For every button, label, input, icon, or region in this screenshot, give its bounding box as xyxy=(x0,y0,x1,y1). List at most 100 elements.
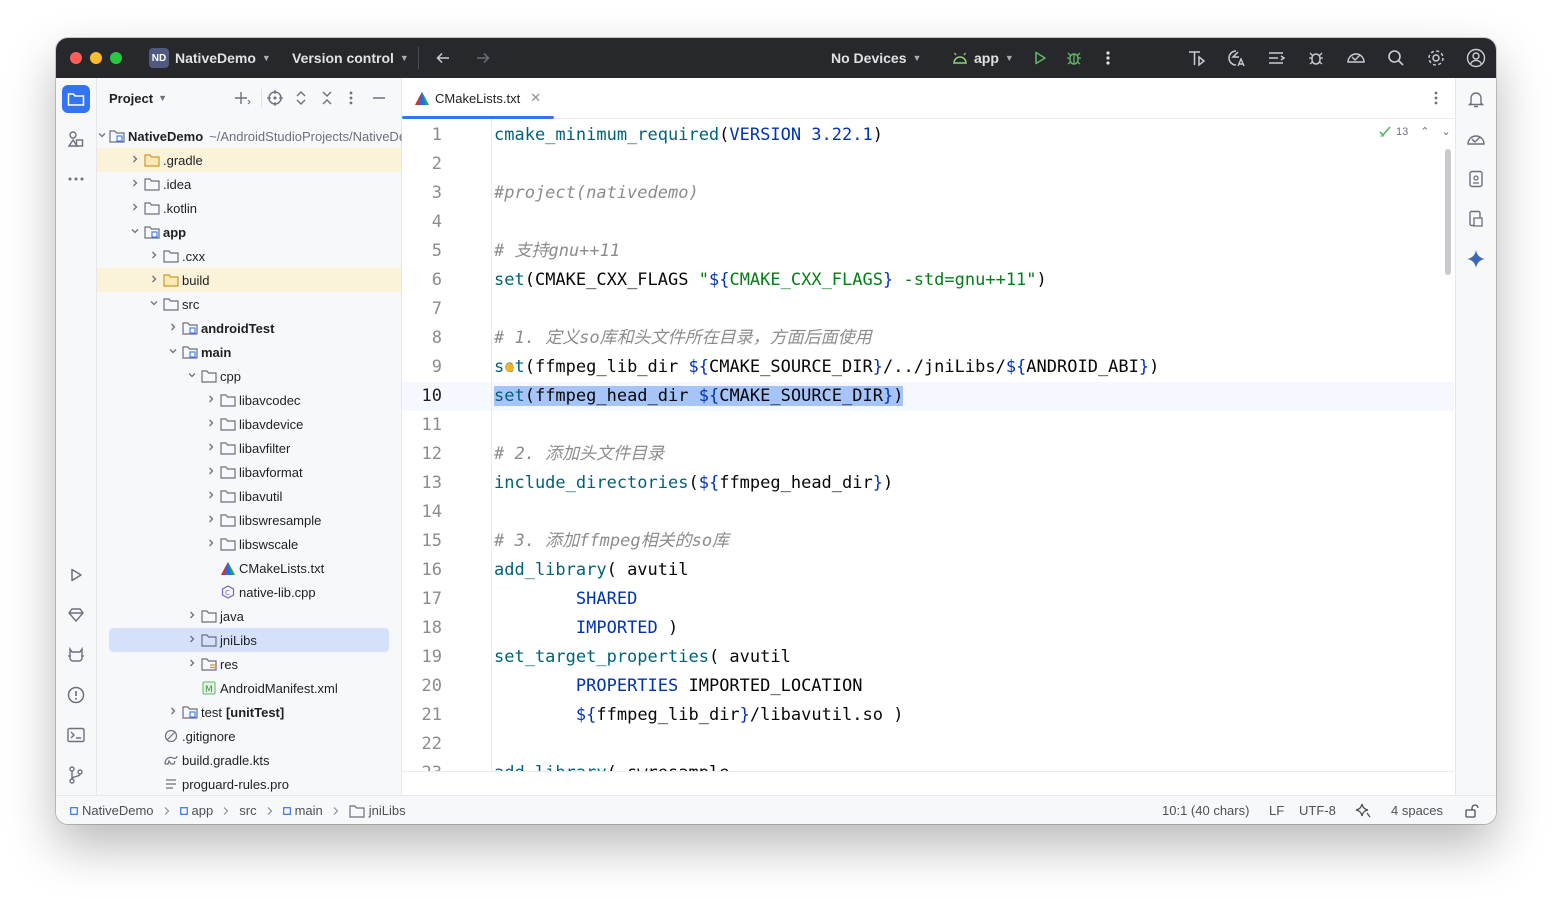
tree-item[interactable]: libswresample xyxy=(97,508,401,532)
close-tab-icon[interactable]: ✕ xyxy=(530,90,541,106)
ai-assist-icon[interactable] xyxy=(1355,796,1371,824)
tree-item[interactable]: NativeDemo ~/AndroidStudioProjects/Native… xyxy=(97,124,424,148)
close-window-button[interactable] xyxy=(70,52,82,64)
tree-item[interactable]: res xyxy=(97,652,401,676)
chevron-right-icon[interactable] xyxy=(147,274,161,287)
chevron-down-icon[interactable]: ⌄ xyxy=(1441,125,1450,138)
tree-item[interactable]: main xyxy=(97,340,401,364)
breadcrumb-item[interactable]: app xyxy=(179,803,213,818)
tree-item[interactable]: test [unitTest] xyxy=(97,700,401,724)
tree-item[interactable]: src xyxy=(97,292,401,316)
search-icon[interactable] xyxy=(1385,47,1407,69)
running-devices-icon[interactable] xyxy=(1464,207,1488,231)
more-actions-icon[interactable] xyxy=(1097,47,1119,69)
device-explorer-icon[interactable] xyxy=(1464,167,1488,191)
run-config-selector[interactable]: app ▼ xyxy=(952,38,1014,78)
chevron-down-icon[interactable] xyxy=(166,346,180,359)
tree-item[interactable]: .gradle xyxy=(97,148,401,172)
chevron-down-icon[interactable] xyxy=(97,130,107,143)
tree-item[interactable]: build xyxy=(97,268,401,292)
tree-item[interactable]: libavdevice xyxy=(97,412,401,436)
device-mirroring-icon[interactable] xyxy=(1464,127,1488,151)
chevron-right-icon[interactable] xyxy=(204,442,218,455)
tree-item[interactable]: libswscale xyxy=(97,532,401,556)
problems-icon[interactable] xyxy=(64,683,88,707)
tree-item[interactable]: libavutil xyxy=(97,484,401,508)
device-manager-icon[interactable] xyxy=(1345,47,1367,69)
project-tool-icon[interactable] xyxy=(62,85,90,113)
list-icon[interactable] xyxy=(1265,47,1287,69)
breadcrumb-item[interactable]: src xyxy=(239,803,256,818)
terminal-icon[interactable] xyxy=(64,723,88,747)
code-editor[interactable]: 23add_library( swresample2221 ${ffmpeg_l… xyxy=(402,119,1454,771)
breadcrumb-item[interactable]: NativeDemo xyxy=(70,803,154,818)
read-only-lock-icon[interactable] xyxy=(1465,796,1479,824)
tab-cmakelists[interactable]: CMakeLists.txt ✕ xyxy=(402,78,554,119)
intention-bulb-icon[interactable] xyxy=(505,363,514,372)
tree-item[interactable]: build.gradle.kts xyxy=(97,748,401,772)
device-selector[interactable]: No Devices ▼ xyxy=(831,38,921,78)
run-tool-icon[interactable] xyxy=(64,563,88,587)
chevron-down-icon[interactable] xyxy=(128,226,142,239)
vertical-scrollbar-thumb[interactable] xyxy=(1445,149,1451,275)
chevron-right-icon[interactable] xyxy=(128,178,142,191)
logcat-icon[interactable] xyxy=(64,643,88,667)
chevron-right-icon[interactable] xyxy=(166,706,180,719)
account-icon[interactable] xyxy=(1465,47,1487,69)
line-separator[interactable]: LF xyxy=(1269,796,1284,824)
tree-item[interactable]: libavcodec xyxy=(97,388,401,412)
tree-item[interactable]: proguard-rules.pro xyxy=(97,772,401,796)
expand-all-icon[interactable] xyxy=(293,90,309,111)
bug-settings-icon[interactable] xyxy=(1305,47,1327,69)
tree-item[interactable]: libavfilter xyxy=(97,436,401,460)
minimize-window-button[interactable] xyxy=(90,52,102,64)
hide-panel-icon[interactable] xyxy=(371,90,387,111)
breadcrumb-item[interactable]: jniLibs xyxy=(349,803,406,818)
chevron-right-icon[interactable] xyxy=(204,538,218,551)
tree-item[interactable]: .cxx xyxy=(97,244,401,268)
tree-item[interactable]: java xyxy=(97,604,401,628)
chevron-right-icon[interactable] xyxy=(185,658,199,671)
tree-item[interactable]: app xyxy=(97,220,401,244)
locate-icon[interactable] xyxy=(267,90,283,111)
project-switcher[interactable]: ND NativeDemo ▼ xyxy=(149,38,271,78)
forward-icon[interactable] xyxy=(472,47,494,69)
tree-item[interactable]: jniLibs xyxy=(109,628,389,652)
chevron-down-icon[interactable] xyxy=(147,298,161,311)
chevron-right-icon[interactable] xyxy=(204,418,218,431)
tree-item[interactable]: .gitignore xyxy=(97,724,401,748)
tree-item[interactable]: Cnative-lib.cpp xyxy=(97,580,401,604)
tree-item[interactable]: .idea xyxy=(97,172,401,196)
back-icon[interactable] xyxy=(432,47,454,69)
chevron-up-icon[interactable]: ⌃ xyxy=(1420,125,1429,138)
chevron-right-icon[interactable] xyxy=(185,610,199,623)
tab-options-icon[interactable] xyxy=(1434,90,1438,111)
caret-position[interactable]: 10:1 (40 chars) xyxy=(1162,796,1249,824)
chevron-right-icon[interactable] xyxy=(166,322,180,335)
tree-item[interactable]: M AndroidManifest.xml xyxy=(97,676,401,700)
settings-gear-icon[interactable] xyxy=(1425,47,1447,69)
resource-manager-icon[interactable] xyxy=(64,127,88,151)
chevron-right-icon[interactable] xyxy=(204,466,218,479)
chevron-right-icon[interactable] xyxy=(204,490,218,503)
options-icon[interactable] xyxy=(349,90,353,111)
gem-tool-icon[interactable] xyxy=(64,603,88,627)
notifications-bell-icon[interactable] xyxy=(1464,87,1488,111)
chevron-right-icon[interactable] xyxy=(128,154,142,167)
zoom-window-button[interactable] xyxy=(110,52,122,64)
more-tools-icon[interactable] xyxy=(64,167,88,191)
chevron-down-icon[interactable] xyxy=(185,370,199,383)
indent-setting[interactable]: 4 spaces xyxy=(1391,796,1443,824)
chevron-right-icon[interactable] xyxy=(185,634,199,647)
git-icon[interactable] xyxy=(64,763,88,787)
profiler-icon[interactable] xyxy=(1185,47,1207,69)
project-view-selector[interactable]: Project ▼ xyxy=(109,78,167,118)
tree-item[interactable]: .kotlin xyxy=(97,196,401,220)
tree-item[interactable]: androidTest xyxy=(97,316,401,340)
chevron-right-icon[interactable] xyxy=(204,514,218,527)
collapse-all-icon[interactable] xyxy=(319,90,335,111)
translate-icon[interactable] xyxy=(1225,47,1247,69)
chevron-right-icon[interactable] xyxy=(204,394,218,407)
horizontal-scrollbar[interactable] xyxy=(402,771,1454,796)
add-icon[interactable] xyxy=(233,90,251,111)
